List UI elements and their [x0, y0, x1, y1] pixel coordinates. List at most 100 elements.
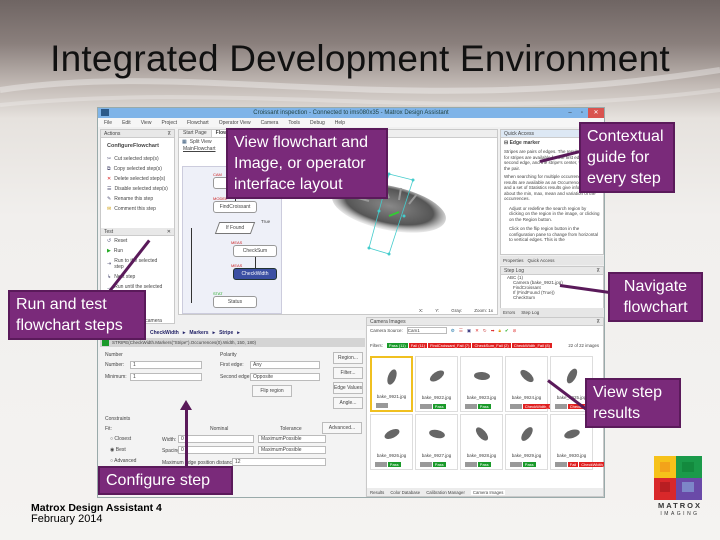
image-status-bar: X: Y: Gray: Zoom: 1x: [418, 308, 493, 313]
breadcrumb-item[interactable]: Markers: [189, 330, 208, 338]
filter-findcroissant-fail[interactable]: FindCroissant_Fail (7): [428, 343, 472, 348]
tab-calibration-manager[interactable]: Calibration Manager: [426, 490, 465, 495]
tab-properties[interactable]: Properties: [503, 258, 524, 263]
close-button[interactable]: ✕: [588, 108, 604, 118]
filter-pass[interactable]: Pass (11): [386, 343, 408, 348]
thumbnail-bake_9927[interactable]: bake_9927.jpg Pass: [415, 414, 458, 470]
thumbnail-bake_9926[interactable]: bake_9926.jpg Pass: [370, 414, 413, 470]
status-badge: Pass: [432, 462, 446, 467]
test-panel-title: Test: [104, 229, 114, 235]
filter-fail[interactable]: Fail (11): [408, 343, 428, 348]
menu-file[interactable]: File: [104, 120, 112, 126]
step-log-item[interactable]: CheckSum: [501, 295, 603, 300]
callout-navigate-flowchart: Navigate flowchart: [608, 272, 703, 322]
check-icon[interactable]: ✔: [505, 328, 509, 334]
delete-icon[interactable]: ✕: [475, 328, 479, 334]
camera-source-select[interactable]: Cam1: [406, 327, 447, 334]
action-cut[interactable]: ✂ Cut selected step(s): [101, 154, 174, 164]
filter-checkwidth-fail[interactable]: CheckWidth_Fail (8): [511, 343, 552, 348]
settings-icon[interactable]: ⚙: [451, 328, 455, 334]
advanced-button[interactable]: Advanced...: [322, 422, 362, 434]
flow-step-findcroissant[interactable]: FindCroissant: [213, 201, 257, 213]
refresh-icon[interactable]: ↻: [483, 328, 487, 334]
menu-flowchart[interactable]: Flowchart: [187, 120, 209, 126]
edge-values-button[interactable]: Edge Values: [333, 382, 363, 394]
menu-project[interactable]: Project: [161, 120, 177, 126]
list-icon[interactable]: ☰: [459, 328, 463, 334]
arrow-right-icon[interactable]: ➡: [491, 328, 495, 334]
window-title: Croissant inspection - Connected to ims0…: [253, 110, 449, 116]
flow-step-status[interactable]: Status: [213, 296, 257, 308]
first-edge-select[interactable]: Any: [250, 361, 320, 369]
flow-step-checksum[interactable]: CheckSum: [233, 245, 277, 257]
spacing-nominal-field[interactable]: 0: [178, 446, 254, 454]
flip-region-button[interactable]: Flip region: [252, 385, 292, 397]
width-tolerance-select[interactable]: MaximumPossible: [258, 435, 326, 443]
action-comment[interactable]: ✉ Comment this step: [101, 204, 174, 214]
tab-color-database[interactable]: Color Database: [390, 490, 420, 495]
test-reset[interactable]: ↺ Reset: [101, 236, 174, 246]
comment-icon: ✉: [107, 206, 112, 212]
action-rename[interactable]: ✎ Rename this step: [101, 194, 174, 204]
block-icon[interactable]: ⊘: [513, 328, 517, 334]
status-badge: CheckWidth_Fail: [579, 462, 604, 467]
thumbnail-bake_9923[interactable]: bake_9923.jpg Pass: [460, 356, 503, 412]
flow-step-checkwidth[interactable]: CheckWidth: [233, 268, 277, 280]
fit-radio-best[interactable]: ◉ Best: [110, 447, 126, 453]
test-next-step[interactable]: ↳ Next step: [101, 272, 174, 282]
thumbnail-bake_9922[interactable]: bake_9922.jpg Pass: [415, 356, 458, 412]
tab-quick-access[interactable]: Quick Access: [528, 258, 555, 263]
thumbnail-filename: bake_9924.jpg: [511, 395, 542, 400]
menu-tools[interactable]: Tools: [288, 120, 300, 126]
menu-operator-view[interactable]: Operator View: [219, 120, 251, 126]
number-field[interactable]: 1: [130, 361, 202, 369]
second-edge-select[interactable]: Opposite: [250, 373, 320, 381]
action-copy[interactable]: ⧉ Copy selected step(s): [101, 164, 174, 174]
menu-debug[interactable]: Debug: [310, 120, 325, 126]
max-edge-distance-select[interactable]: 12: [232, 458, 326, 466]
minimum-field[interactable]: 1: [130, 373, 202, 381]
flow-connector: [255, 257, 256, 268]
spacing-tolerance-select[interactable]: MaximumPossible: [258, 446, 326, 454]
croissant-thumbnail-icon: [384, 429, 399, 439]
breadcrumb-item[interactable]: CheckWidth: [150, 330, 179, 338]
action-delete[interactable]: ✕ Delete selected step(s): [101, 174, 174, 184]
save-icon[interactable]: ▣: [467, 328, 471, 334]
fit-radio-advanced[interactable]: ○ Advanced: [110, 458, 136, 464]
menu-camera[interactable]: Camera: [261, 120, 279, 126]
thumbnail-bake_9924[interactable]: bake_9924.jpg CheckWidth_Fail: [505, 356, 558, 412]
pin-icon[interactable]: ⊼: [167, 130, 171, 137]
thumbnail-filename: bake_9928.jpg: [466, 453, 497, 458]
fit-radio-closest[interactable]: ○ Closest: [110, 436, 131, 442]
region-button[interactable]: Region...: [333, 352, 363, 364]
action-disable[interactable]: ☰ Disable selected step(s): [101, 184, 174, 194]
menu-view[interactable]: View: [141, 120, 152, 126]
thumbnail-bake_9921[interactable]: bake_9921.jpg: [370, 356, 413, 412]
width-nominal-field[interactable]: 0: [178, 435, 254, 443]
split-view-button[interactable]: Split View: [190, 139, 212, 145]
tab-camera-images[interactable]: Camera Images: [470, 489, 506, 495]
step-log-tabs: Errors Step Log: [500, 308, 604, 317]
angle-button[interactable]: Angle...: [333, 397, 363, 409]
minimize-button[interactable]: –: [564, 108, 576, 118]
lock-icon[interactable]: 🔒︎: [498, 328, 500, 333]
tab-errors[interactable]: Errors: [503, 310, 515, 315]
filter-button[interactable]: Filter...: [333, 367, 363, 379]
thumbnail-bake_9929[interactable]: bake_9929.jpg Pass: [505, 414, 548, 470]
breadcrumb-item[interactable]: Stripe: [219, 330, 233, 338]
thumbnail-bake_9928[interactable]: bake_9928.jpg Pass: [460, 414, 503, 470]
matrox-logo-icon: [654, 456, 702, 500]
timestamp-badge: [375, 462, 387, 467]
thumbnail-status: Pass: [465, 404, 491, 409]
menu-help[interactable]: Help: [335, 120, 345, 126]
footer-date: February 2014: [31, 513, 103, 525]
croissant-thumbnail-icon: [387, 369, 397, 385]
test-run-to-selected[interactable]: ⇥ Run to the selected step: [101, 256, 174, 272]
tab-step-log[interactable]: Step Log: [521, 310, 539, 315]
tab-results[interactable]: Results: [370, 490, 384, 495]
filter-checksum-fail[interactable]: CheckSum_Fail (2): [472, 343, 511, 348]
tab-start-page[interactable]: Start Page: [179, 130, 212, 137]
menu-edit[interactable]: Edit: [122, 120, 131, 126]
flow-step-if-found[interactable]: If Found: [214, 222, 256, 234]
maximize-button[interactable]: ▫: [576, 108, 588, 118]
